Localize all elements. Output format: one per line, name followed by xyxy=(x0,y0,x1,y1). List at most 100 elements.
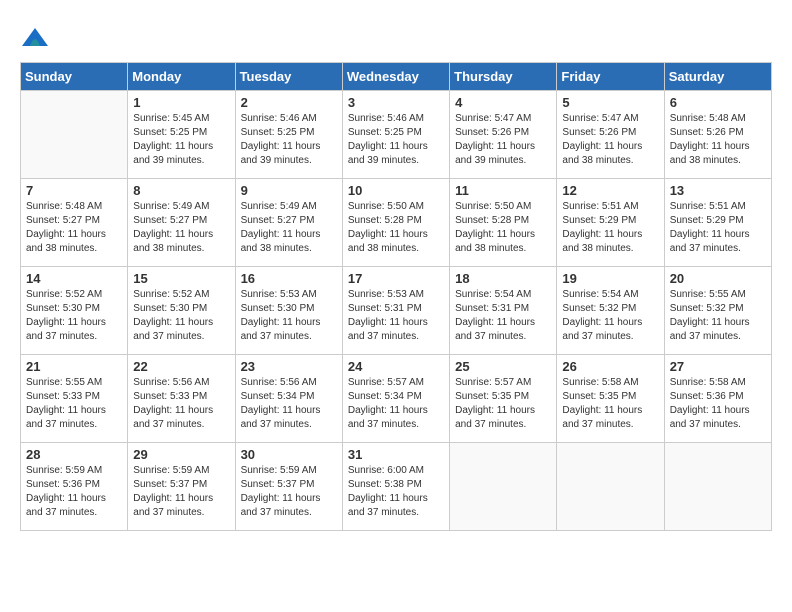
calendar-table: SundayMondayTuesdayWednesdayThursdayFrid… xyxy=(20,62,772,531)
calendar-cell: 10Sunrise: 5:50 AMSunset: 5:28 PMDayligh… xyxy=(342,179,449,267)
day-info: Sunrise: 5:51 AMSunset: 5:29 PMDaylight:… xyxy=(670,200,766,256)
calendar-cell: 22 Sunrise: 5:56 AMSunset: 5:33 PMDayligh… xyxy=(128,355,235,443)
calendar-cell xyxy=(557,443,664,531)
calendar-header-tuesday: Tuesday xyxy=(235,63,342,91)
calendar-cell: 24Sunrise: 5:57 AMSunset: 5:34 PMDayligh… xyxy=(342,355,449,443)
day-info: Sunrise: 5:51 AMSunset: 5:29 PMDaylight:… xyxy=(562,200,658,256)
calendar-cell: 30 Sunrise: 5:59 AMSunset: 5:37 PMDayligh… xyxy=(235,443,342,531)
day-number: 31 xyxy=(348,447,444,462)
day-number: 14 xyxy=(26,271,122,286)
calendar-header-friday: Friday xyxy=(557,63,664,91)
day-info: Sunrise: 5:53 AMSunset: 5:30 PMDaylight:… xyxy=(241,288,337,344)
day-info: Sunrise: 5:57 AMSunset: 5:34 PMDaylight:… xyxy=(348,376,444,432)
calendar-week-row: 28 Sunrise: 5:59 AMSunset: 5:36 PMDayligh… xyxy=(21,443,772,531)
calendar-cell: 19Sunrise: 5:54 AMSunset: 5:32 PMDayligh… xyxy=(557,267,664,355)
day-number: 5 xyxy=(562,95,658,110)
calendar-cell xyxy=(664,443,771,531)
day-info: Sunrise: 5:59 AMSunset: 5:37 PMDaylight:… xyxy=(133,464,229,520)
day-number: 16 xyxy=(241,271,337,286)
day-number: 18 xyxy=(455,271,551,286)
page-header xyxy=(20,20,772,54)
calendar-cell: 7 Sunrise: 5:48 AMSunset: 5:27 PMDaylight… xyxy=(21,179,128,267)
calendar-week-row: 14 Sunrise: 5:52 AMSunset: 5:30 PMDayligh… xyxy=(21,267,772,355)
calendar-cell xyxy=(21,91,128,179)
day-number: 9 xyxy=(241,183,337,198)
day-info: Sunrise: 5:47 AMSunset: 5:26 PMDaylight:… xyxy=(562,112,658,168)
day-number: 10 xyxy=(348,183,444,198)
calendar-cell: 1 Sunrise: 5:45 AMSunset: 5:25 PMDaylight… xyxy=(128,91,235,179)
day-info: Sunrise: 5:59 AMSunset: 5:37 PMDaylight:… xyxy=(241,464,337,520)
day-number: 23 xyxy=(241,359,337,374)
calendar-cell: 15 Sunrise: 5:52 AMSunset: 5:30 PMDayligh… xyxy=(128,267,235,355)
day-number: 1 xyxy=(133,95,229,110)
day-info: Sunrise: 5:56 AMSunset: 5:34 PMDaylight:… xyxy=(241,376,337,432)
day-info: Sunrise: 5:55 AMSunset: 5:32 PMDaylight:… xyxy=(670,288,766,344)
day-info: Sunrise: 5:58 AMSunset: 5:36 PMDaylight:… xyxy=(670,376,766,432)
day-number: 7 xyxy=(26,183,122,198)
day-info: Sunrise: 5:50 AMSunset: 5:28 PMDaylight:… xyxy=(455,200,551,256)
calendar-cell: 8 Sunrise: 5:49 AMSunset: 5:27 PMDaylight… xyxy=(128,179,235,267)
day-info: Sunrise: 5:48 AMSunset: 5:27 PMDaylight:… xyxy=(26,200,122,256)
day-number: 30 xyxy=(241,447,337,462)
day-info: Sunrise: 5:46 AMSunset: 5:25 PMDaylight:… xyxy=(241,112,337,168)
day-info: Sunrise: 5:55 AMSunset: 5:33 PMDaylight:… xyxy=(26,376,122,432)
calendar-cell: 9 Sunrise: 5:49 AMSunset: 5:27 PMDaylight… xyxy=(235,179,342,267)
logo xyxy=(20,24,54,54)
day-info: Sunrise: 5:57 AMSunset: 5:35 PMDaylight:… xyxy=(455,376,551,432)
day-number: 29 xyxy=(133,447,229,462)
day-info: Sunrise: 5:48 AMSunset: 5:26 PMDaylight:… xyxy=(670,112,766,168)
calendar-cell: 27Sunrise: 5:58 AMSunset: 5:36 PMDayligh… xyxy=(664,355,771,443)
calendar-header-row: SundayMondayTuesdayWednesdayThursdayFrid… xyxy=(21,63,772,91)
day-number: 26 xyxy=(562,359,658,374)
calendar-cell: 26 Sunrise: 5:58 AMSunset: 5:35 PMDayligh… xyxy=(557,355,664,443)
calendar-cell: 4Sunrise: 5:47 AMSunset: 5:26 PMDaylight… xyxy=(450,91,557,179)
day-info: Sunrise: 5:56 AMSunset: 5:33 PMDaylight:… xyxy=(133,376,229,432)
day-number: 6 xyxy=(670,95,766,110)
calendar-cell: 18Sunrise: 5:54 AMSunset: 5:31 PMDayligh… xyxy=(450,267,557,355)
calendar-header-saturday: Saturday xyxy=(664,63,771,91)
day-number: 25 xyxy=(455,359,551,374)
calendar-cell: 2 Sunrise: 5:46 AMSunset: 5:25 PMDaylight… xyxy=(235,91,342,179)
day-info: Sunrise: 5:49 AMSunset: 5:27 PMDaylight:… xyxy=(241,200,337,256)
day-number: 17 xyxy=(348,271,444,286)
day-info: Sunrise: 5:59 AMSunset: 5:36 PMDaylight:… xyxy=(26,464,122,520)
day-number: 22 xyxy=(133,359,229,374)
day-info: Sunrise: 5:52 AMSunset: 5:30 PMDaylight:… xyxy=(133,288,229,344)
calendar-header-wednesday: Wednesday xyxy=(342,63,449,91)
calendar-cell: 21 Sunrise: 5:55 AMSunset: 5:33 PMDayligh… xyxy=(21,355,128,443)
day-number: 21 xyxy=(26,359,122,374)
day-info: Sunrise: 5:47 AMSunset: 5:26 PMDaylight:… xyxy=(455,112,551,168)
day-number: 13 xyxy=(670,183,766,198)
day-number: 28 xyxy=(26,447,122,462)
calendar-cell: 25 Sunrise: 5:57 AMSunset: 5:35 PMDayligh… xyxy=(450,355,557,443)
calendar-cell: 6 Sunrise: 5:48 AMSunset: 5:26 PMDaylight… xyxy=(664,91,771,179)
day-number: 2 xyxy=(241,95,337,110)
calendar-header-thursday: Thursday xyxy=(450,63,557,91)
day-info: Sunrise: 5:46 AMSunset: 5:25 PMDaylight:… xyxy=(348,112,444,168)
calendar-week-row: 7 Sunrise: 5:48 AMSunset: 5:27 PMDaylight… xyxy=(21,179,772,267)
calendar-week-row: 21 Sunrise: 5:55 AMSunset: 5:33 PMDayligh… xyxy=(21,355,772,443)
day-info: Sunrise: 5:49 AMSunset: 5:27 PMDaylight:… xyxy=(133,200,229,256)
calendar-cell: 14 Sunrise: 5:52 AMSunset: 5:30 PMDayligh… xyxy=(21,267,128,355)
calendar-cell: 5 Sunrise: 5:47 AMSunset: 5:26 PMDaylight… xyxy=(557,91,664,179)
day-number: 11 xyxy=(455,183,551,198)
calendar-cell: 13 Sunrise: 5:51 AMSunset: 5:29 PMDayligh… xyxy=(664,179,771,267)
day-info: Sunrise: 5:52 AMSunset: 5:30 PMDaylight:… xyxy=(26,288,122,344)
calendar-cell: 12 Sunrise: 5:51 AMSunset: 5:29 PMDayligh… xyxy=(557,179,664,267)
day-info: Sunrise: 5:58 AMSunset: 5:35 PMDaylight:… xyxy=(562,376,658,432)
calendar-header-monday: Monday xyxy=(128,63,235,91)
calendar-cell: 17Sunrise: 5:53 AMSunset: 5:31 PMDayligh… xyxy=(342,267,449,355)
calendar-week-row: 1 Sunrise: 5:45 AMSunset: 5:25 PMDaylight… xyxy=(21,91,772,179)
calendar-cell: 28 Sunrise: 5:59 AMSunset: 5:36 PMDayligh… xyxy=(21,443,128,531)
day-info: Sunrise: 5:45 AMSunset: 5:25 PMDaylight:… xyxy=(133,112,229,168)
day-number: 8 xyxy=(133,183,229,198)
calendar-cell: 11 Sunrise: 5:50 AMSunset: 5:28 PMDayligh… xyxy=(450,179,557,267)
calendar-cell: 16 Sunrise: 5:53 AMSunset: 5:30 PMDayligh… xyxy=(235,267,342,355)
calendar-cell: 20 Sunrise: 5:55 AMSunset: 5:32 PMDayligh… xyxy=(664,267,771,355)
day-number: 15 xyxy=(133,271,229,286)
day-number: 12 xyxy=(562,183,658,198)
day-number: 20 xyxy=(670,271,766,286)
calendar-header-sunday: Sunday xyxy=(21,63,128,91)
calendar-cell: 3Sunrise: 5:46 AMSunset: 5:25 PMDaylight… xyxy=(342,91,449,179)
calendar-cell: 31Sunrise: 6:00 AMSunset: 5:38 PMDayligh… xyxy=(342,443,449,531)
